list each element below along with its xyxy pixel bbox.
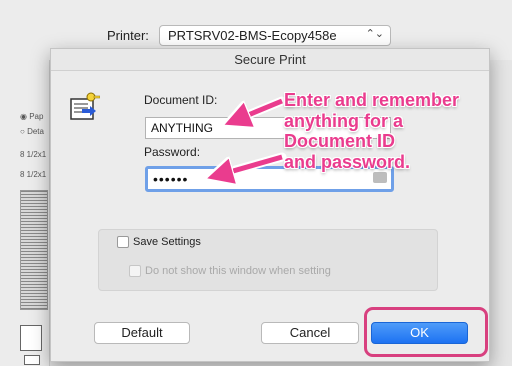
page-preview (20, 190, 48, 310)
dialog-title: Secure Print (51, 49, 489, 71)
annotation-line: and password. (284, 151, 411, 172)
radio-details[interactable]: ○ Deta (20, 127, 44, 136)
annotation-text: Enter and remember anything for a Docume… (284, 90, 504, 172)
save-settings-label: Save Settings (133, 236, 201, 248)
ok-highlight-box (364, 307, 488, 357)
password-value: •••••• (153, 171, 189, 187)
key-icon (373, 172, 387, 183)
no-show-label: Do not show this window when setting (145, 265, 331, 277)
printer-select[interactable]: PRTSRV02-BMS-Ecopy458e ⌃⌄ (159, 25, 391, 46)
annotation-line: Document ID (284, 131, 396, 151)
cancel-button[interactable]: Cancel (261, 322, 359, 344)
document-id-label: Document ID: (144, 93, 218, 107)
paper-size-1: 8 1/2x1 (20, 150, 47, 159)
password-label: Password: (144, 145, 201, 159)
no-show-checkbox[interactable] (129, 265, 141, 277)
printer-select-value: PRTSRV02-BMS-Ecopy458e (168, 28, 337, 43)
secure-print-icon (70, 92, 100, 120)
document-id-value: ANYTHING (151, 121, 214, 135)
annotation-line: anything for a (284, 110, 404, 131)
printer-label: Printer: (107, 28, 149, 43)
annotation-line: Enter and remember (284, 90, 460, 110)
printer-icon (20, 325, 42, 351)
tray-icon (24, 355, 40, 365)
paper-size-2: 8 1/2x1 (20, 170, 47, 179)
save-settings-group: Save Settings Do not show this window wh… (98, 229, 438, 291)
save-settings-checkbox[interactable] (117, 236, 129, 248)
default-button[interactable]: Default (94, 322, 190, 344)
radio-paper[interactable]: ◉ Pap (20, 112, 43, 121)
chevron-updown-icon: ⌃⌄ (365, 28, 384, 40)
